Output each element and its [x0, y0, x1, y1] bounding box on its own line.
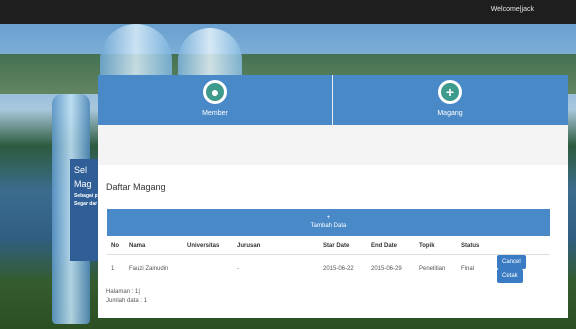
col-actions [493, 238, 550, 255]
col-topik: Topik [415, 238, 457, 255]
cell-status: Final [461, 266, 475, 272]
spacer-band [98, 125, 568, 165]
table-row: 1 Fauzi Zainudin - 2015-06-22 2015-06-29… [107, 255, 550, 284]
cancel-button[interactable]: Cancel [497, 255, 526, 269]
record-count: Jumlah data : 1 [106, 298, 148, 304]
cell-no: 1 [111, 266, 115, 272]
nav-label-member: Member [202, 110, 228, 117]
cell-actions: Cancel Cetak [493, 255, 550, 283]
plus-icon: + [438, 80, 462, 104]
add-data-button[interactable]: + Tambah Data [107, 209, 550, 236]
top-bar: Welcome|jack [0, 0, 576, 25]
nav-item-member[interactable]: ● Member [98, 75, 333, 125]
col-status: Status [457, 238, 493, 255]
promo-line-2: Mag [74, 179, 92, 189]
col-universitas: Universitas [183, 238, 233, 255]
main-panel: ● Member + Magang Daftar Magang + Tambah… [98, 75, 568, 318]
nav-label-magang: Magang [437, 110, 463, 117]
promo-sub-2: Segar dar [74, 201, 98, 207]
cell-jurusan: - [237, 266, 239, 272]
cell-star-date: 2015-06-22 [323, 266, 354, 272]
cetak-button[interactable]: Cetak [497, 269, 523, 283]
nav-header: ● Member + Magang [98, 75, 568, 125]
col-nama: Nama [125, 238, 183, 255]
table-header-row: No Nama Universitas Jurusan Star Date En… [107, 238, 550, 255]
cell-end-date: 2015-06-29 [371, 266, 402, 272]
cell-topik: Penelitian [419, 266, 446, 272]
pagination-text: Halaman : 1| [106, 289, 140, 295]
magang-table: No Nama Universitas Jurusan Star Date En… [107, 238, 550, 283]
welcome-text: Welcome|jack [490, 6, 534, 13]
add-data-label: Tambah Data [310, 223, 347, 229]
col-no: No [107, 238, 125, 255]
nav-item-magang[interactable]: + Magang [333, 75, 567, 125]
col-jurusan: Jurusan [233, 238, 319, 255]
promo-sub-1: Sebagai p [74, 193, 98, 199]
cell-nama: Fauzi Zainudin [129, 266, 169, 272]
add-plus-icon: + [326, 215, 331, 221]
user-icon: ● [203, 80, 227, 104]
promo-line-1: Sel [74, 165, 88, 175]
cell-universitas [183, 255, 233, 284]
col-star-date: Star Date [319, 238, 367, 255]
page-title: Daftar Magang [106, 182, 166, 192]
col-end-date: End Date [367, 238, 415, 255]
promo-banner: Sel Mag Sebagai p Segar dar [70, 159, 100, 261]
